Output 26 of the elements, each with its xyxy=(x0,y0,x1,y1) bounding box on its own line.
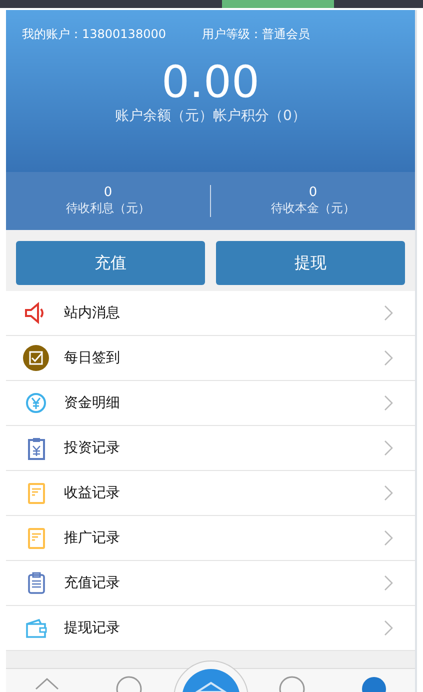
chevron-icon xyxy=(383,395,393,411)
stat-value: 0 xyxy=(104,185,112,200)
balance-caption: 账户余额（元）帐户积分（0） xyxy=(114,107,307,125)
menu-item[interactable]: 每日签到 xyxy=(6,336,415,381)
chevron-icon xyxy=(383,530,393,546)
menu-item[interactable]: 收益记录 xyxy=(6,471,415,516)
chevron-icon xyxy=(383,575,393,591)
menu-item[interactable]: 推广记录 xyxy=(6,516,415,561)
menu-item[interactable]: 资金明细 xyxy=(6,381,415,426)
stat-label: 待收本金（元） xyxy=(271,200,355,217)
user-level: 用户等级：普通会员 xyxy=(202,26,310,43)
chevron-icon xyxy=(383,440,393,456)
checkbox-icon xyxy=(22,344,50,372)
withdraw-button[interactable]: 提现 xyxy=(216,241,405,285)
chevron-icon xyxy=(383,485,393,501)
chevron-icon xyxy=(383,305,393,321)
menu-item[interactable]: 投资记录 xyxy=(6,426,415,471)
recharge-button[interactable]: 充值 xyxy=(16,241,205,285)
stat-value: 0 xyxy=(308,185,318,200)
chevron-icon xyxy=(383,350,393,366)
balance-amount: 0.00 xyxy=(160,59,260,107)
menu-item[interactable]: 充值记录 xyxy=(6,561,415,606)
stat-label: 待收利息（元） xyxy=(66,200,150,217)
menu-item[interactable]: 站内消息 xyxy=(6,291,415,336)
chevron-icon xyxy=(383,620,393,636)
account-number: 我的账户：13800138000 xyxy=(22,26,166,43)
